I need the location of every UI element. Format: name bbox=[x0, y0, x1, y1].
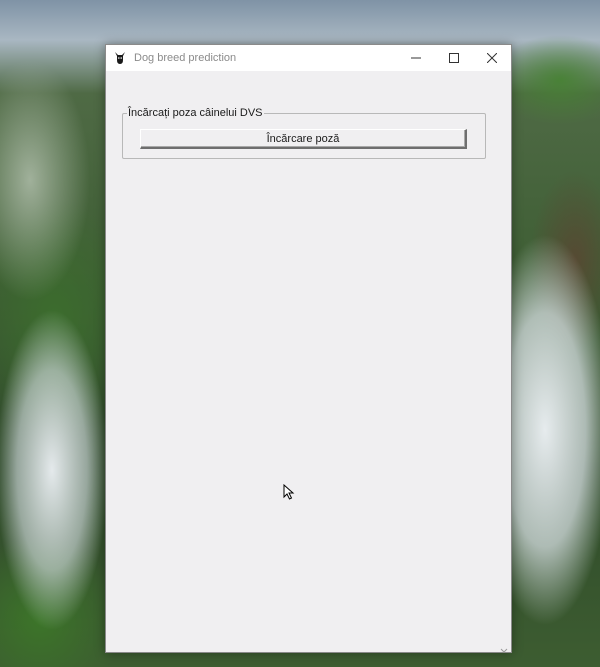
title-bar[interactable]: Dog breed prediction bbox=[106, 45, 511, 71]
window-content: Încărcați poza câinelui DVS Încărcare po… bbox=[106, 72, 511, 652]
dog-icon bbox=[112, 50, 128, 66]
groupbox-label: Încărcați poza câinelui DVS bbox=[127, 106, 264, 120]
maximize-icon[interactable] bbox=[435, 45, 473, 71]
minimize-icon[interactable] bbox=[397, 45, 435, 71]
chevron-down-icon[interactable] bbox=[500, 642, 508, 653]
upload-groupbox: Încărcați poza câinelui DVS Încărcare po… bbox=[122, 106, 486, 159]
window-title: Dog breed prediction bbox=[134, 52, 237, 64]
mouse-cursor-icon bbox=[283, 483, 295, 500]
app-window: Dog breed prediction Încărcați poza câin… bbox=[105, 44, 512, 653]
close-icon[interactable] bbox=[473, 45, 511, 71]
upload-photo-button[interactable]: Încărcare poză bbox=[140, 129, 467, 149]
